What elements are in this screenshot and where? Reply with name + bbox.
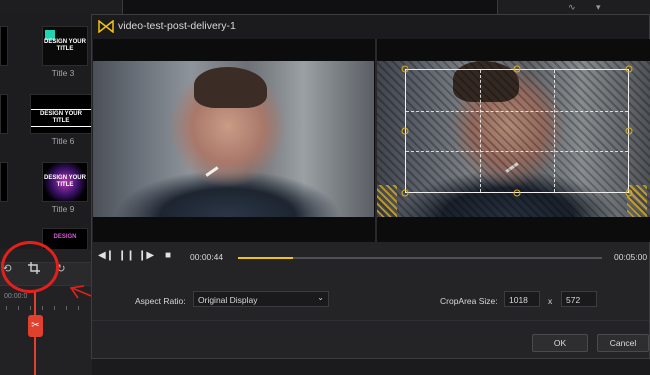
crop-handle-right[interactable] bbox=[625, 127, 633, 135]
video-preview-area bbox=[93, 39, 650, 242]
crop-handle-bottom-left[interactable] bbox=[401, 189, 409, 197]
crop-edge-marker bbox=[377, 185, 397, 217]
cancel-button[interactable]: Cancel bbox=[597, 334, 649, 352]
original-video-preview bbox=[93, 61, 374, 217]
crop-handle-top[interactable] bbox=[513, 65, 521, 73]
crop-width-value: 1018 bbox=[509, 295, 528, 305]
playback-controls: ◀❙ ❙❙ ❙▶ ■ 00:00:44 00:05:00 bbox=[92, 246, 649, 268]
stop-icon[interactable]: ■ bbox=[160, 248, 176, 264]
dialog-titlebar[interactable]: video-test-post-delivery-1 bbox=[92, 15, 649, 39]
crop-rectangle[interactable] bbox=[405, 69, 629, 193]
current-time: 00:00:44 bbox=[190, 252, 224, 262]
crop-dialog: video-test-post-delivery-1 ◀❙ ❙❙ ❙▶ ■ 00… bbox=[91, 14, 650, 359]
crop-handle-top-right[interactable] bbox=[625, 65, 633, 73]
next-frame-icon[interactable]: ❙▶ bbox=[138, 248, 154, 264]
pause-icon[interactable]: ❙❙ bbox=[118, 248, 135, 264]
crop-handle-top-left[interactable] bbox=[401, 65, 409, 73]
crop-grid-line bbox=[553, 70, 555, 192]
dialog-title: video-test-post-delivery-1 bbox=[118, 20, 236, 32]
crop-video-preview bbox=[377, 61, 650, 217]
aspect-ratio-label: Aspect Ratio: bbox=[135, 296, 186, 306]
crop-height-field[interactable]: 572 bbox=[561, 291, 597, 307]
aspect-ratio-value: Original Display bbox=[198, 295, 258, 305]
crop-grid-line bbox=[406, 110, 628, 112]
crop-settings-row: Aspect Ratio: Original Display ⌄ CropAre… bbox=[92, 291, 649, 311]
playback-progress-track[interactable] bbox=[238, 257, 602, 259]
crop-handle-bottom-right[interactable] bbox=[625, 189, 633, 197]
crop-handle-bottom[interactable] bbox=[513, 189, 521, 197]
crop-grid-line bbox=[406, 151, 628, 153]
dialog-footer-divider bbox=[92, 320, 649, 321]
previous-frame-icon[interactable]: ◀❙ bbox=[98, 248, 114, 264]
app-logo-icon bbox=[98, 20, 114, 33]
crop-area-size-label: CropArea Size: bbox=[440, 296, 498, 306]
chevron-down-icon: ⌄ bbox=[317, 293, 324, 302]
crop-height-value: 572 bbox=[566, 295, 581, 305]
aspect-ratio-select[interactable]: Original Display ⌄ bbox=[193, 291, 329, 307]
end-time: 00:05:00 bbox=[614, 252, 648, 262]
ok-button[interactable]: OK bbox=[532, 334, 588, 352]
crop-size-separator: x bbox=[548, 296, 553, 306]
playback-progress-fill bbox=[238, 257, 293, 259]
crop-handle-left[interactable] bbox=[401, 127, 409, 135]
crop-width-field[interactable]: 1018 bbox=[504, 291, 540, 307]
video-subject-hair bbox=[194, 67, 268, 108]
crop-grid-line bbox=[479, 70, 481, 192]
